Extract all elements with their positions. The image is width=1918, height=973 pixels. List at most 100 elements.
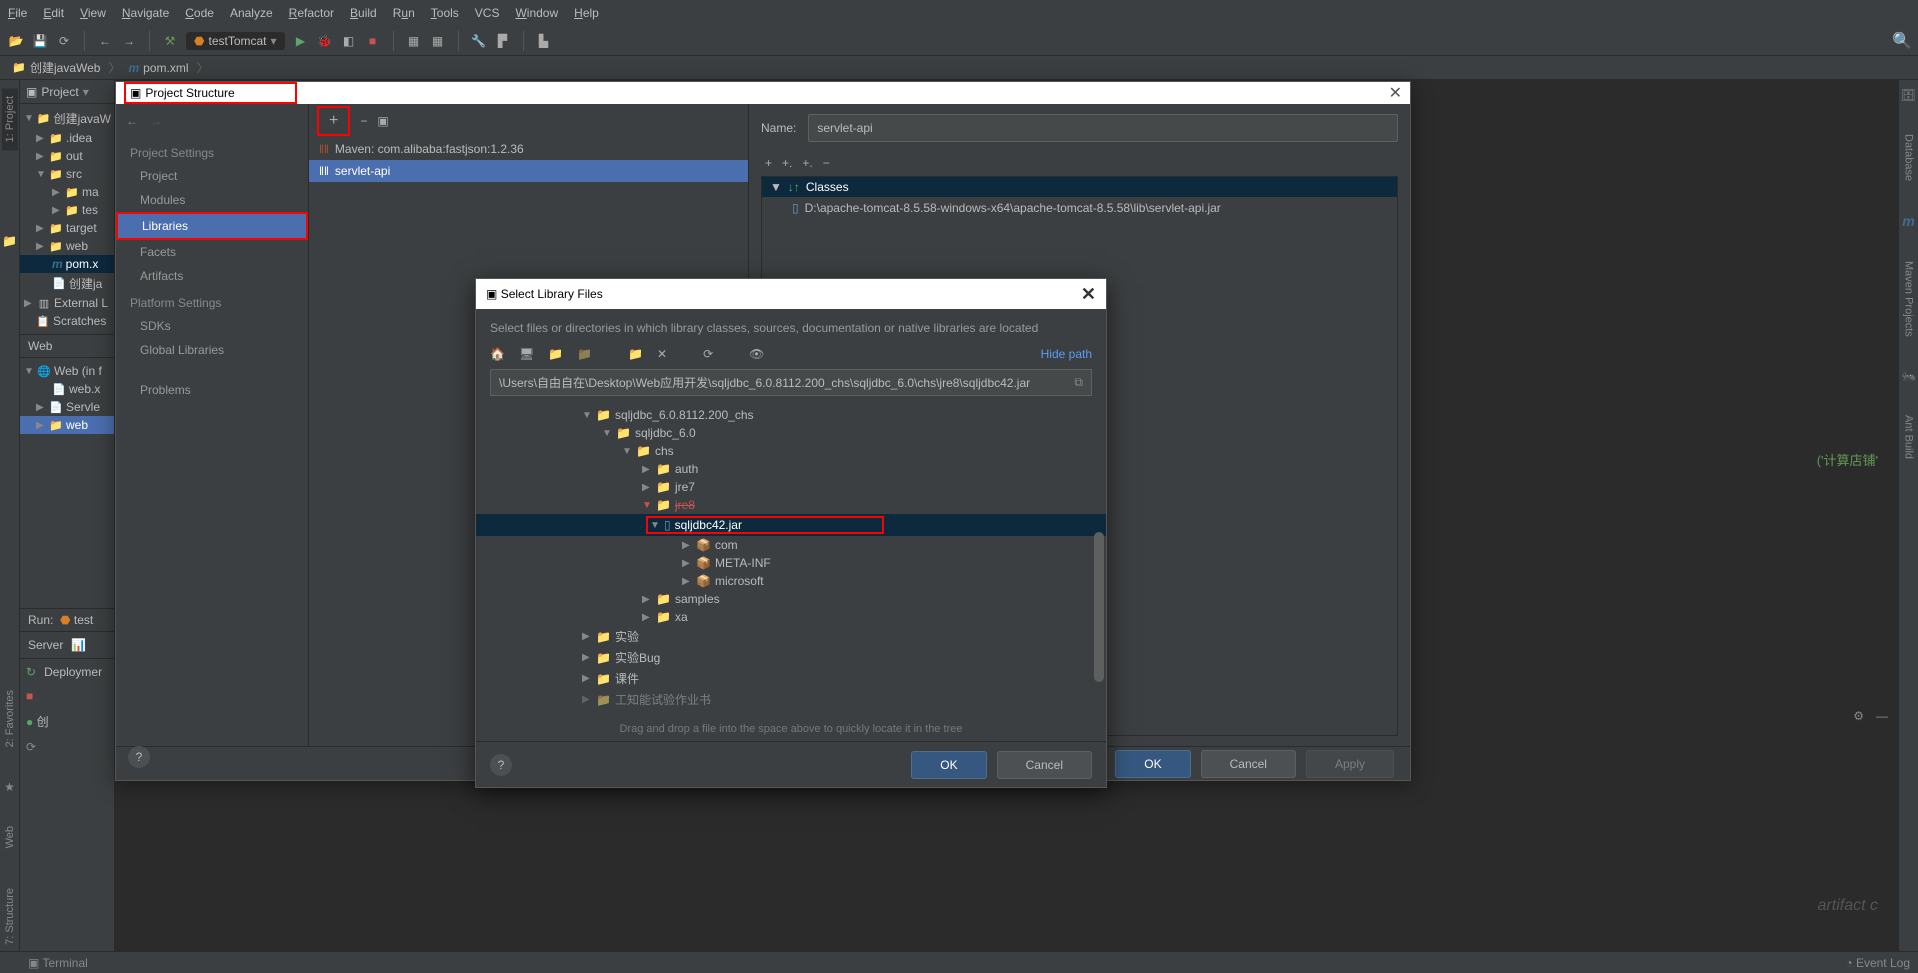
ps-item-sdks[interactable]: SDKs xyxy=(116,314,308,338)
tool-icon[interactable]: ▦ xyxy=(406,33,422,49)
add-root-icon3[interactable]: +. xyxy=(802,156,812,170)
refresh-icon[interactable]: ⟳ xyxy=(56,33,72,49)
breadcrumb: 📁 创建javaWeb 〉 m pom.xml 〉 xyxy=(0,56,1918,80)
ok-button[interactable]: OK xyxy=(1115,750,1190,778)
stop-icon[interactable]: ■ xyxy=(365,33,381,49)
rerun-icon[interactable]: ↻ xyxy=(26,665,36,679)
menu-file[interactable]: FFileile xyxy=(8,6,27,20)
library-servlet-api[interactable]: ‖‖servlet-api xyxy=(309,160,748,182)
menu-run[interactable]: Run xyxy=(393,6,415,20)
refresh-icon[interactable]: ⟳ xyxy=(703,347,713,361)
project-tree[interactable]: ▼📁创建javaW ▶📁.idea ▶📁out ▼📁src ▶📁ma ▶📁tes… xyxy=(20,104,114,334)
run-icon[interactable]: ▶ xyxy=(293,33,309,49)
copy-library-button[interactable]: ▣ xyxy=(377,114,388,128)
add-root-icon2[interactable]: +. xyxy=(782,156,792,170)
file-tree[interactable]: ▼📁sqljdbc_6.0.8112.200_chs ▼📁sqljdbc_6.0… xyxy=(476,402,1106,721)
menu-build[interactable]: Build xyxy=(350,6,377,20)
menu-help[interactable]: Help xyxy=(574,6,599,20)
add-library-button[interactable]: + xyxy=(317,106,350,136)
new-folder-icon[interactable]: 📁 xyxy=(628,347,643,361)
classes-node[interactable]: ▼ ↓↑ Classes xyxy=(762,177,1397,197)
run-minimize-icon[interactable]: — xyxy=(1876,709,1888,723)
project-folder-icon[interactable]: 📁 xyxy=(548,347,563,361)
maven-icon[interactable]: m xyxy=(1902,213,1914,229)
tool2-icon[interactable]: ▦ xyxy=(430,33,446,49)
tab-web[interactable]: Web xyxy=(2,818,18,856)
project-dropdown[interactable]: Project xyxy=(41,85,78,99)
database-icon[interactable]: 🗄 xyxy=(1901,88,1916,102)
psb-icon[interactable]: ▛ xyxy=(495,33,511,49)
slf-footer: ? OK Cancel xyxy=(476,741,1106,787)
cancel-button[interactable]: Cancel xyxy=(1201,750,1296,778)
terminal-button[interactable]: ▣ Terminal xyxy=(28,956,88,970)
desktop-icon[interactable]: 🖥 xyxy=(519,347,534,361)
path-field[interactable]: ⧉ xyxy=(490,369,1092,396)
menu-vcs[interactable]: VCS xyxy=(475,6,500,20)
ps-item-facets[interactable]: Facets xyxy=(116,240,308,264)
help-icon[interactable]: ? xyxy=(490,754,512,776)
forward-icon[interactable]: → xyxy=(150,114,162,128)
apply-button[interactable]: Apply xyxy=(1306,750,1394,778)
ok-button[interactable]: OK xyxy=(911,751,986,779)
ps-item-modules[interactable]: Modules xyxy=(116,188,308,212)
back-icon[interactable]: ← xyxy=(126,114,138,128)
tab-database[interactable]: Database xyxy=(1901,126,1917,189)
close-icon[interactable]: ✕ xyxy=(1081,284,1096,305)
tab-project[interactable]: 1: Project xyxy=(2,88,18,150)
menu-navigate[interactable]: Navigate xyxy=(122,6,169,20)
show-hidden-icon[interactable]: 👁 xyxy=(749,347,764,361)
settings-icon-run[interactable]: ⟳ xyxy=(26,740,36,754)
close-icon[interactable]: ✕ xyxy=(1389,83,1402,103)
path-input[interactable] xyxy=(499,376,1074,390)
ant-icon[interactable]: 🐜 xyxy=(1901,369,1916,383)
library-name-input[interactable] xyxy=(808,114,1398,142)
ps-item-problems[interactable]: Problems xyxy=(116,378,308,402)
event-log-button[interactable]: ◔ Event Log xyxy=(1845,956,1910,970)
ps-item-global-libs[interactable]: Global Libraries xyxy=(116,338,308,362)
tab-structure[interactable]: 7: Structure xyxy=(2,880,18,953)
menu-window[interactable]: Window xyxy=(515,6,558,20)
menu-edit[interactable]: Edit xyxy=(43,6,64,20)
add-root-icon[interactable]: + xyxy=(765,156,772,170)
jar-path-node[interactable]: ▯ D:\apache-tomcat-8.5.58-windows-x64\ap… xyxy=(762,197,1397,219)
ps-item-artifacts[interactable]: Artifacts xyxy=(116,264,308,288)
ps-item-libraries[interactable]: Libraries xyxy=(116,212,308,240)
hammer-icon[interactable]: ⚒ xyxy=(162,33,178,49)
run-gear-icon[interactable]: ⚙ xyxy=(1853,709,1864,723)
back-icon[interactable]: ← xyxy=(97,33,113,49)
breadcrumb-file[interactable]: pom.xml xyxy=(143,61,188,75)
menu-code[interactable]: Code xyxy=(185,6,214,20)
chart-icon[interactable]: 📊 xyxy=(71,638,86,652)
delete-icon[interactable]: ✕ xyxy=(657,347,667,361)
run-config-selector[interactable]: ⬣ testTomcat ▾ xyxy=(186,32,285,50)
server-tab[interactable]: Server xyxy=(28,638,63,652)
save-icon[interactable]: 💾 xyxy=(32,33,48,49)
tab-favorites[interactable]: 2: Favorites xyxy=(2,682,18,755)
library-maven-fastjson[interactable]: ‖‖Maven: com.alibaba:fastjson:1.2.36 xyxy=(309,138,748,160)
module-folder-icon[interactable]: 📁 xyxy=(577,347,592,361)
forward-icon[interactable]: → xyxy=(121,33,137,49)
debug-icon[interactable]: 🐞 xyxy=(317,33,333,49)
remove-root-icon[interactable]: − xyxy=(823,156,830,170)
coverage-icon[interactable]: ◧ xyxy=(341,33,357,49)
vcs-icon[interactable]: ▙ xyxy=(536,33,552,49)
wrench-icon[interactable]: 🔧 xyxy=(471,33,487,49)
menu-view[interactable]: View xyxy=(80,6,106,20)
cancel-button[interactable]: Cancel xyxy=(997,751,1092,779)
history-dropdown-icon[interactable]: ⧉ xyxy=(1074,375,1083,390)
open-icon[interactable]: 📂 xyxy=(8,33,24,49)
menu-refactor[interactable]: Refactor xyxy=(289,6,334,20)
remove-library-button[interactable]: − xyxy=(360,114,367,128)
help-icon[interactable]: ? xyxy=(128,746,150,768)
breadcrumb-project[interactable]: 创建javaWeb xyxy=(30,59,100,76)
tab-ant[interactable]: Ant Build xyxy=(1901,407,1917,467)
menu-analyze[interactable]: Analyze xyxy=(230,6,273,20)
home-icon[interactable]: 🏠 xyxy=(490,347,505,361)
search-icon[interactable]: 🔍 xyxy=(1894,33,1910,49)
ps-item-project[interactable]: Project xyxy=(116,164,308,188)
hide-path-link[interactable]: Hide path xyxy=(1041,347,1092,361)
stop-icon-2[interactable]: ■ xyxy=(26,689,33,703)
menu-tools[interactable]: Tools xyxy=(431,6,459,20)
tab-maven[interactable]: Maven Projects xyxy=(1901,253,1917,345)
scrollbar[interactable] xyxy=(1094,532,1104,682)
